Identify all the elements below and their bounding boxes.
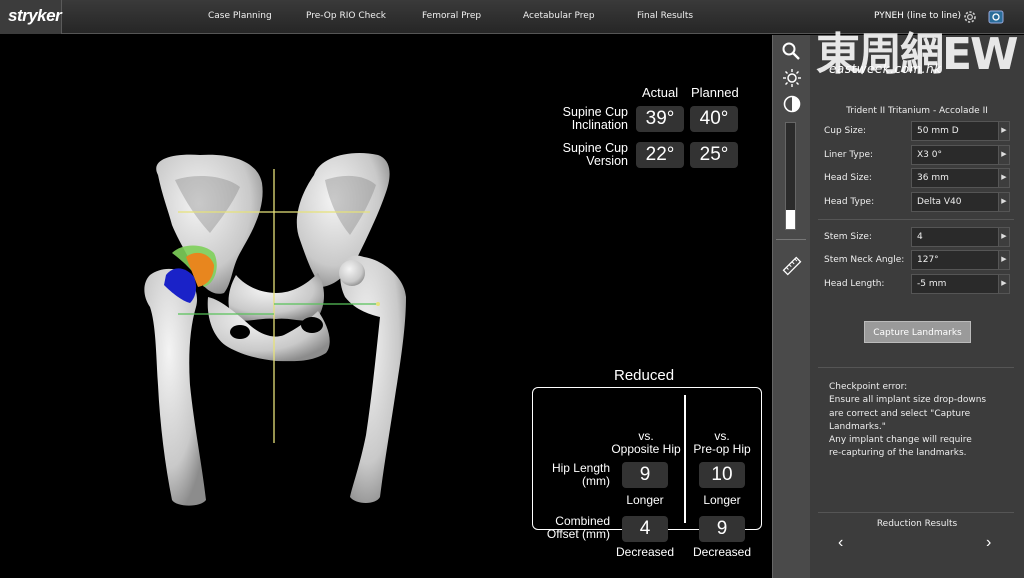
offset-vs-opposite-value: 4 bbox=[622, 516, 668, 542]
offset-vs-opposite-status: Decreased bbox=[615, 545, 675, 559]
head-size-value: 36 mm bbox=[917, 173, 949, 183]
hip-length-vs-opposite-status: Longer bbox=[626, 493, 664, 507]
vs-pre-op-hip-header: vs. Pre-op Hip bbox=[693, 429, 751, 456]
reduced-title: Reduced bbox=[614, 367, 675, 384]
dropdown-arrow-icon: ▶ bbox=[998, 146, 1009, 164]
dropdown-arrow-icon: ▶ bbox=[998, 169, 1009, 187]
stem-size-value: 4 bbox=[917, 232, 923, 242]
version-planned-value: 25° bbox=[690, 142, 738, 168]
tab-acetabular-prep[interactable]: Acetabular Prep bbox=[523, 11, 595, 21]
hip-length-vs-opposite-value: 9 bbox=[622, 462, 668, 488]
dropdown-arrow-icon: ▶ bbox=[998, 275, 1009, 293]
stem-neck-angle-value: 127° bbox=[917, 255, 939, 265]
stem-size-label: Stem Size: bbox=[824, 232, 872, 242]
logo-container: stryker bbox=[0, 0, 62, 34]
contrast-icon[interactable] bbox=[782, 94, 802, 114]
head-type-label: Head Type: bbox=[824, 197, 875, 207]
liner-type-value: X3 0° bbox=[917, 150, 942, 160]
stem-size-dropdown[interactable]: 4 ▶ bbox=[911, 227, 1010, 247]
right-femur bbox=[340, 255, 406, 503]
head-size-label: Head Size: bbox=[824, 173, 872, 183]
head-size-dropdown[interactable]: 36 mm ▶ bbox=[911, 168, 1010, 188]
cup-size-value: 50 mm D bbox=[917, 126, 959, 136]
actual-column-header: Actual bbox=[642, 85, 679, 100]
magnifier-icon[interactable] bbox=[781, 41, 801, 61]
head-length-dropdown[interactable]: -5 mm ▶ bbox=[911, 274, 1010, 294]
ruler-icon[interactable] bbox=[782, 256, 802, 276]
cup-size-label: Cup Size: bbox=[824, 126, 867, 136]
tool-strip-divider bbox=[776, 239, 806, 240]
head-length-label: Head Length: bbox=[824, 279, 885, 289]
tab-final-results[interactable]: Final Results bbox=[637, 11, 693, 21]
hip-length-label: Hip Length (mm) bbox=[551, 461, 610, 488]
head-length-value: -5 mm bbox=[917, 279, 947, 289]
brightness-slider[interactable] bbox=[785, 122, 796, 230]
view-tool-strip bbox=[772, 35, 810, 578]
brightness-icon[interactable] bbox=[782, 68, 802, 88]
left-femur bbox=[144, 268, 206, 506]
stem-neck-angle-dropdown[interactable]: 127° ▶ bbox=[911, 250, 1010, 270]
stem-neck-angle-label: Stem Neck Angle: bbox=[824, 255, 905, 265]
head-type-value: Delta V40 bbox=[917, 197, 962, 207]
tab-case-planning[interactable]: Case Planning bbox=[208, 11, 272, 21]
offset-vs-preop-status: Decreased bbox=[692, 545, 752, 559]
next-arrow-icon[interactable]: › bbox=[986, 534, 991, 552]
capture-landmarks-button[interactable]: Capture Landmarks bbox=[864, 321, 971, 343]
liner-type-dropdown[interactable]: X3 0° ▶ bbox=[911, 145, 1010, 165]
tab-femoral-prep[interactable]: Femoral Prep bbox=[422, 11, 481, 21]
version-label: Supine Cup Version bbox=[562, 141, 628, 168]
implant-panel bbox=[810, 35, 1024, 578]
cup-size-dropdown[interactable]: 50 mm D ▶ bbox=[911, 121, 1010, 141]
dropdown-arrow-icon: ▶ bbox=[998, 228, 1009, 246]
inclination-label: Supine Cup Inclination bbox=[562, 105, 628, 132]
head-type-dropdown[interactable]: Delta V40 ▶ bbox=[911, 192, 1010, 212]
hip-length-vs-preop-status: Longer bbox=[703, 493, 741, 507]
reduced-results-box bbox=[532, 387, 762, 530]
hip-length-vs-preop-value: 10 bbox=[699, 462, 745, 488]
implant-system-title: Trident II Tritanium - Accolade II bbox=[846, 106, 988, 116]
combined-offset-label: Combined Offset (mm) bbox=[546, 514, 610, 541]
inclination-planned-value: 40° bbox=[690, 106, 738, 132]
panel-divider bbox=[818, 367, 1014, 368]
dropdown-arrow-icon: ▶ bbox=[998, 193, 1009, 211]
vs-opposite-hip-header: vs. Opposite Hip bbox=[611, 429, 681, 456]
brightness-slider-fill bbox=[786, 209, 795, 229]
version-actual-value: 22° bbox=[636, 142, 684, 168]
offset-vs-preop-value: 9 bbox=[699, 516, 745, 542]
reduction-results-label: Reduction Results bbox=[876, 519, 958, 529]
tab-pre-op-rio-check[interactable]: Pre-Op RIO Check bbox=[306, 11, 386, 21]
planned-column-header: Planned bbox=[691, 85, 739, 100]
panel-divider bbox=[818, 219, 1014, 220]
dropdown-arrow-icon: ▶ bbox=[998, 251, 1009, 269]
inclination-actual-value: 39° bbox=[636, 106, 684, 132]
checkpoint-error-message: Checkpoint error: Ensure all implant siz… bbox=[829, 382, 987, 459]
panel-divider bbox=[818, 512, 1014, 513]
stryker-logo: stryker bbox=[8, 6, 62, 25]
previous-arrow-icon[interactable]: ‹ bbox=[838, 534, 843, 552]
dropdown-arrow-icon: ▶ bbox=[998, 122, 1009, 140]
eastweek-watermark-url: eastweek.com.hk bbox=[829, 62, 942, 76]
liner-type-label: Liner Type: bbox=[824, 150, 874, 160]
